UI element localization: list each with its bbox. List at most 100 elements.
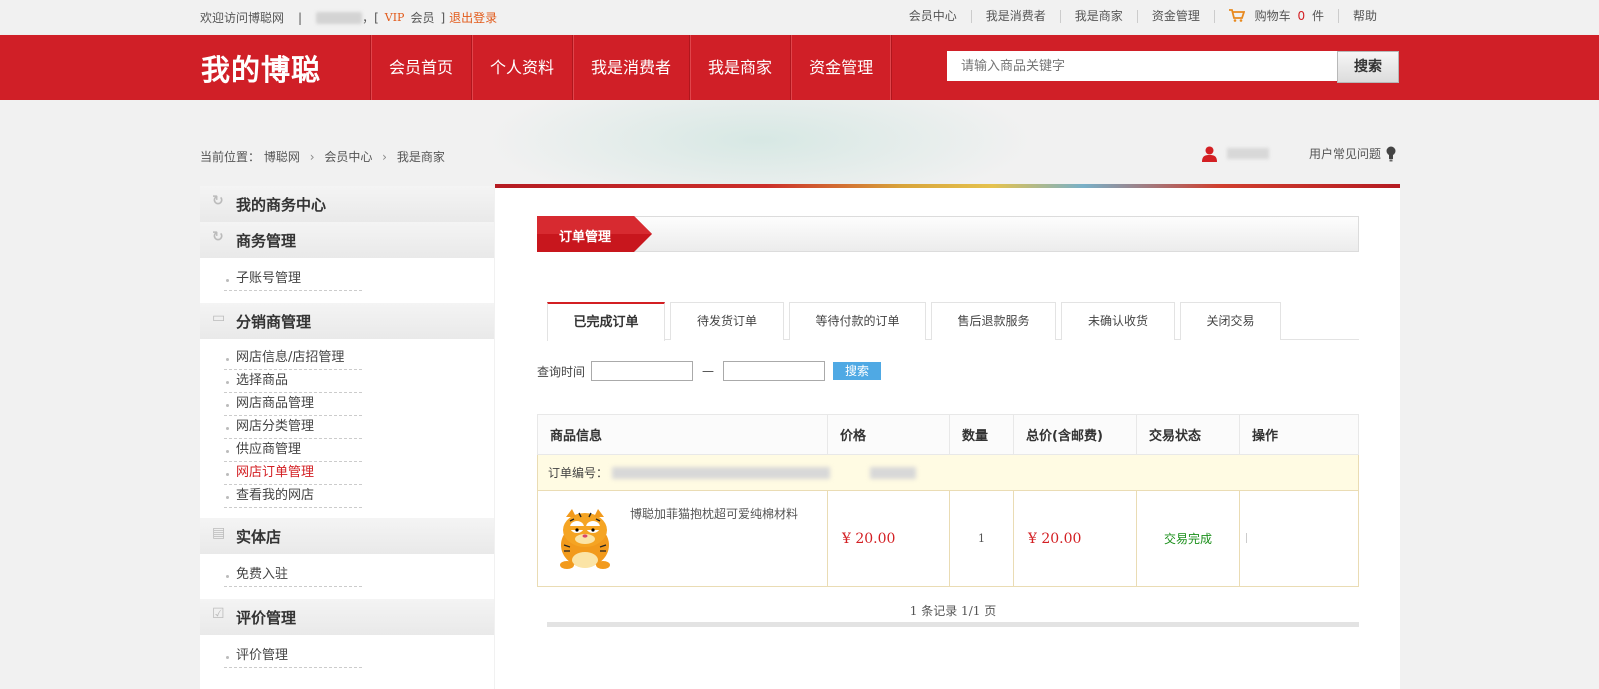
sidebar-section-distributor[interactable]: ▭ 分销商管理 — [200, 303, 494, 339]
order-number-row: 订单编号： — [537, 454, 1359, 491]
nav-consumer[interactable]: 我是消费者 — [572, 35, 689, 100]
cart-icon — [1228, 9, 1245, 22]
logout-link[interactable]: 退出登录 — [449, 9, 497, 26]
user-icon — [1202, 146, 1217, 162]
sidebar-list: 网店信息/店招管理 选择商品 网店商品管理 网店分类管理 供应商管理 网店订单管… — [200, 339, 494, 518]
nav-profile[interactable]: 个人资料 — [471, 35, 572, 100]
breadcrumb-merchant: 我是商家 — [396, 150, 445, 164]
sidebar: ↻ 我的商务中心 ↻ 商务管理 子账号管理 ▭ 分销商管理 网店信息/店招管理 … — [200, 186, 494, 689]
sidebar-section-title: 我的商务中心 — [236, 195, 327, 214]
cart-label: 购物车 — [1254, 9, 1291, 23]
table-row: 博聪加菲猫抱枕超可爱纯棉材料 ¥ 20.00 1 ¥ 20.00 交易完成 — [537, 490, 1359, 587]
sidebar-list: 子账号管理 — [200, 258, 494, 303]
sidebar-item-supplier[interactable]: 供应商管理 — [224, 439, 362, 462]
col-status: 交易状态 — [1136, 414, 1240, 455]
breadcrumb-arrow-icon: › — [309, 150, 315, 164]
product-price: ¥ 20.00 — [827, 490, 950, 587]
order-number-blurred — [611, 467, 830, 479]
order-total: ¥ 20.00 — [1013, 490, 1137, 587]
col-actions: 操作 — [1239, 414, 1359, 455]
sidebar-section-title: 实体店 — [236, 527, 282, 546]
breadcrumb-arrow-icon: › — [382, 150, 387, 164]
table-header-row: 商品信息 价格 数量 总价(含邮费) 交易状态 操作 — [537, 414, 1359, 455]
trade-status: 交易完成 — [1136, 490, 1240, 587]
section-title-tag: 订单管理 — [537, 216, 652, 252]
search-input[interactable] — [947, 51, 1337, 81]
sidebar-section-business-mgmt[interactable]: ↻ 商务管理 — [200, 222, 494, 258]
username-blurred — [316, 11, 363, 24]
sidebar-section-review[interactable]: ☑ 评价管理 — [200, 599, 494, 635]
top-bar: 欢迎访问博聪网 | ， [ VIP 会员 ] 退出登录 会员中心 我是消费者 我… — [0, 0, 1599, 34]
order-number-label: 订单编号： — [548, 466, 609, 480]
query-bar: 查询时间 — 搜索 — [537, 361, 882, 381]
orders-table: 商品信息 价格 数量 总价(含邮费) 交易状态 操作 订单编号： 博聪加菲猫抱枕… — [537, 414, 1359, 587]
search-button[interactable]: 搜索 — [1337, 51, 1399, 83]
comma: ， — [362, 11, 375, 25]
welcome-area: 欢迎访问博聪网 | ， [ VIP 会员 ] 退出登录 — [200, 9, 497, 26]
sidebar-item-sub-account[interactable]: 子账号管理 — [224, 268, 362, 291]
welcome-text: 欢迎访问博聪网 — [200, 11, 285, 25]
main-nav: 我的博聪 会员首页 个人资料 我是消费者 我是商家 资金管理 搜索 — [0, 35, 1599, 100]
refresh-icon: ↻ — [212, 229, 224, 245]
merchant-link[interactable]: 我是商家 — [1061, 9, 1138, 23]
col-quantity: 数量 — [949, 414, 1014, 455]
sidebar-item-shop-category[interactable]: 网店分类管理 — [224, 416, 362, 439]
sidebar-item-free-join[interactable]: 免费入驻 — [224, 564, 362, 587]
checkbox-icon: ☑ — [212, 606, 225, 622]
sidebar-section-title: 分销商管理 — [236, 312, 312, 331]
order-date-blurred — [869, 467, 916, 479]
tab-awaiting-payment[interactable]: 等待付款的订单 — [789, 302, 926, 340]
nav-merchant[interactable]: 我是商家 — [689, 35, 790, 100]
store-icon: ▤ — [212, 525, 226, 541]
breadcrumb-prefix: 当前位置： — [200, 150, 261, 164]
sidebar-list: 免费入驻 — [200, 554, 494, 599]
query-search-button[interactable]: 搜索 — [833, 362, 882, 380]
funds-link[interactable]: 资金管理 — [1138, 9, 1215, 23]
consumer-link[interactable]: 我是消费者 — [972, 9, 1061, 23]
sidebar-item-view-shop[interactable]: 查看我的网店 — [224, 485, 362, 508]
tab-pending-shipment[interactable]: 待发货订单 — [670, 302, 784, 340]
nav-menu: 会员首页 个人资料 我是消费者 我是商家 资金管理 — [370, 35, 893, 100]
start-date-input[interactable] — [591, 361, 694, 381]
decorative-stripe — [495, 184, 1400, 188]
cart-unit: 件 — [1311, 9, 1324, 23]
sidebar-item-shop-goods[interactable]: 网店商品管理 — [224, 393, 362, 416]
sidebar-item-select-goods[interactable]: 选择商品 — [224, 370, 362, 393]
cart-link[interactable]: 购物车 0 件 — [1215, 9, 1339, 23]
username-blurred — [1227, 148, 1269, 159]
tab-closed-trades[interactable]: 关闭交易 — [1180, 302, 1281, 340]
main-panel: 订单管理 已完成订单 待发货订单 等待付款的订单 售后退款服务 未确认收货 关闭… — [495, 184, 1400, 689]
order-tabs: 已完成订单 待发货订单 等待付款的订单 售后退款服务 未确认收货 关闭交易 — [547, 302, 1359, 341]
nav-funds[interactable]: 资金管理 — [790, 35, 893, 100]
site-logo[interactable]: 我的博聪 — [201, 47, 321, 89]
member-center-link[interactable]: 会员中心 — [895, 9, 972, 23]
product-name[interactable]: 博聪加菲猫抱枕超可爱纯棉材料 — [630, 505, 798, 522]
tab-completed-orders[interactable]: 已完成订单 — [547, 302, 665, 341]
sidebar-section-business-center[interactable]: ↻ 我的商务中心 — [200, 186, 494, 222]
tab-after-sales[interactable]: 售后退款服务 — [931, 302, 1056, 340]
pagination-bar — [547, 622, 1359, 627]
section-title-bar — [537, 216, 1359, 252]
query-dash: — — [702, 364, 715, 378]
product-image-garfield[interactable] — [552, 505, 618, 571]
breadcrumb-home[interactable]: 博聪网 — [264, 150, 300, 164]
section-title: 订单管理 — [559, 230, 612, 245]
faq-link[interactable]: 用户常见问题 — [1309, 145, 1381, 162]
actions-cell — [1239, 490, 1359, 587]
nav-member-home[interactable]: 会员首页 — [370, 35, 471, 100]
sidebar-item-shop-info[interactable]: 网店信息/店招管理 — [224, 347, 362, 370]
col-price: 价格 — [827, 414, 950, 455]
lightbulb-icon — [1386, 146, 1396, 161]
tab-unconfirmed-receipt[interactable]: 未确认收货 — [1061, 302, 1175, 340]
separator: | — [298, 10, 303, 25]
top-links: 会员中心 我是消费者 我是商家 资金管理 购物车 0 件 帮助 — [895, 9, 1391, 23]
sidebar-section-title: 评价管理 — [236, 608, 297, 627]
help-link[interactable]: 帮助 — [1339, 9, 1391, 23]
cart-count: 0 — [1297, 9, 1306, 23]
user-area: 用户常见问题 — [1202, 145, 1396, 162]
sidebar-section-physical-store[interactable]: ▤ 实体店 — [200, 518, 494, 554]
sidebar-item-review-mgmt[interactable]: 评价管理 — [224, 645, 362, 668]
breadcrumb-member-center[interactable]: 会员中心 — [324, 150, 372, 164]
end-date-input[interactable] — [723, 361, 826, 381]
sidebar-item-shop-orders[interactable]: 网店订单管理 — [224, 462, 362, 485]
